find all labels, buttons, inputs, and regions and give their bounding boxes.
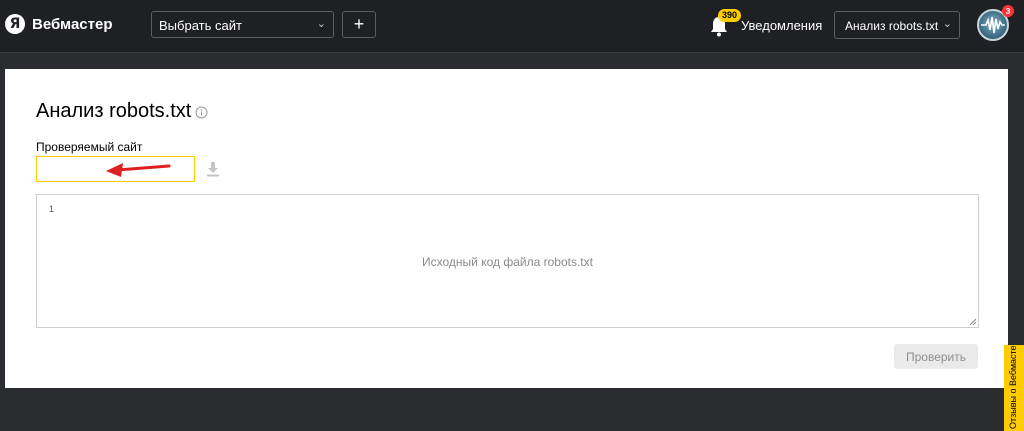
editor-line-number: 1 [49, 204, 55, 214]
add-site-button[interactable]: + [342, 11, 376, 38]
tool-select-dropdown[interactable]: Анализ robots.txt ⌄ [834, 11, 960, 39]
feedback-tab[interactable]: Отзывы о Вебмастере [1004, 345, 1024, 431]
resize-handle-icon[interactable] [969, 318, 977, 326]
info-icon[interactable] [195, 106, 208, 119]
robots-analysis-card: Анализ robots.txt Проверяемый сайт 1 Исх… [5, 69, 1008, 388]
check-button[interactable]: Проверить [894, 344, 978, 369]
feedback-tab-label: Отзывы о Вебмастере [1008, 345, 1018, 429]
robots-code-editor[interactable]: 1 Исходный код файла robots.txt [36, 194, 979, 328]
top-header: Я Вебмастер Выбрать сайт ⌄ + 390 Уведомл… [0, 0, 1024, 53]
site-select-dropdown[interactable]: Выбрать сайт ⌄ [151, 11, 334, 38]
tool-select-label: Анализ robots.txt [845, 19, 939, 33]
editor-placeholder: Исходный код файла robots.txt [422, 255, 593, 269]
site-field-label: Проверяемый сайт [36, 140, 143, 154]
app-name[interactable]: Вебмастер [32, 16, 112, 33]
page-title: Анализ robots.txt [36, 100, 192, 122]
notifications-count-badge: 390 [718, 9, 742, 22]
chevron-down-icon: ⌄ [942, 18, 952, 30]
site-select-label: Выбрать сайт [159, 18, 242, 33]
avatar-notification-badge: 3 [1002, 5, 1014, 17]
yandex-logo-icon[interactable]: Я [5, 14, 25, 34]
download-icon[interactable] [206, 161, 220, 177]
notifications-link[interactable]: Уведомления [741, 18, 822, 33]
chevron-down-icon: ⌄ [316, 18, 326, 30]
arrow-annotation [106, 163, 171, 177]
